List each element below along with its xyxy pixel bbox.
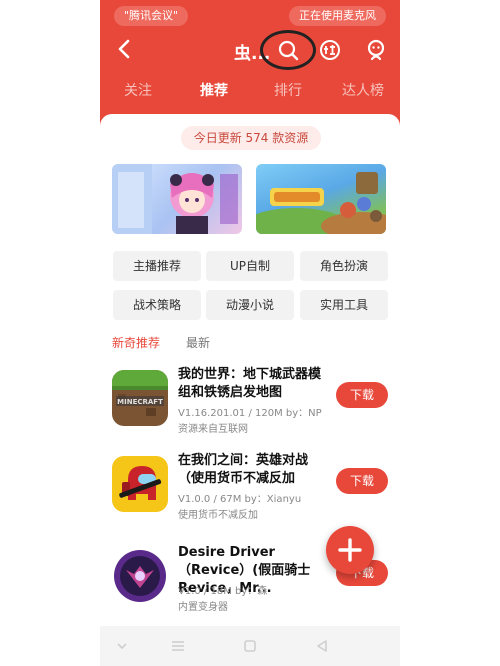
main-content: 今日更新 574 款资源 主播推荐 UP自制 角色扮演 战术策略 动漫小说 实用… bbox=[100, 114, 400, 626]
phone-screen: "腾讯会议" 正在使用麦克风 虫... 关注 推荐 排行 达人榜 今日更新 57… bbox=[100, 0, 400, 666]
app-description: 资源来自互联网 bbox=[178, 424, 248, 435]
among-us-app-icon bbox=[112, 456, 168, 512]
category-utilities[interactable]: 实用工具 bbox=[300, 290, 388, 320]
app-meta: V1.0.0 / 67M by：Xianyu bbox=[178, 494, 302, 505]
category-up-made[interactable]: UP自制 bbox=[206, 251, 294, 281]
system-navigation-bar bbox=[100, 626, 400, 666]
status-bar: "腾讯会议" 正在使用麦克风 bbox=[100, 6, 400, 26]
header: 虫... bbox=[100, 30, 400, 70]
tab-top-creators[interactable]: 达人榜 bbox=[342, 80, 384, 100]
category-streamer-picks[interactable]: 主播推荐 bbox=[113, 251, 201, 281]
download-button[interactable]: 下载 bbox=[336, 382, 388, 408]
tab-ranking[interactable]: 排行 bbox=[274, 80, 302, 100]
search-icon[interactable] bbox=[276, 38, 300, 62]
game-scene-image bbox=[256, 172, 386, 234]
app-meta: V1.0 / 18M by：森 bbox=[178, 586, 268, 597]
list-item[interactable]: MINECRAFT 我的世界：地下城武器模组和铁锈启发地图 V1.16.201.… bbox=[100, 366, 400, 446]
list-item[interactable]: 在我们之间：英雄对战（使用货币不减反加 V1.0.0 / 67M by：Xian… bbox=[100, 452, 400, 532]
banner-anime-character[interactable] bbox=[112, 164, 242, 234]
profile-icon[interactable] bbox=[364, 38, 388, 62]
desire-driver-app-icon bbox=[112, 548, 168, 604]
app-meta: V1.16.201.01 / 120M by：NP bbox=[178, 408, 322, 419]
category-tactics-strategy[interactable]: 战术策略 bbox=[113, 290, 201, 320]
category-role-playing[interactable]: 角色扮演 bbox=[300, 251, 388, 281]
chevron-down-icon[interactable] bbox=[114, 638, 130, 654]
subtab-novel-picks[interactable]: 新奇推荐 bbox=[112, 334, 160, 351]
menu-icon[interactable] bbox=[170, 638, 186, 654]
update-count-badge: 今日更新 574 款资源 bbox=[181, 126, 321, 150]
tab-following[interactable]: 关注 bbox=[124, 80, 152, 100]
right-margin bbox=[400, 0, 500, 666]
community-icon[interactable] bbox=[318, 38, 342, 62]
add-button[interactable] bbox=[326, 526, 374, 574]
home-icon[interactable] bbox=[242, 638, 258, 654]
app-description: 使用货币不减反加 bbox=[178, 510, 258, 521]
svg-text:MINECRAFT: MINECRAFT bbox=[117, 398, 163, 406]
app-title: 在我们之间：英雄对战（使用货币不减反加 bbox=[178, 453, 309, 486]
category-anime-novel[interactable]: 动漫小说 bbox=[206, 290, 294, 320]
left-margin bbox=[0, 0, 100, 666]
download-button[interactable]: 下载 bbox=[336, 468, 388, 494]
plus-icon bbox=[338, 538, 362, 562]
anime-character-image bbox=[112, 164, 238, 234]
meeting-app-pill[interactable]: "腾讯会议" bbox=[114, 6, 189, 26]
subtab-latest[interactable]: 最新 bbox=[186, 334, 210, 351]
back-arrow-icon[interactable] bbox=[114, 38, 136, 60]
tab-recommended[interactable]: 推荐 bbox=[200, 80, 228, 100]
app-title: 我的世界：地下城武器模组和铁锈启发地图 bbox=[178, 367, 322, 400]
back-icon[interactable] bbox=[314, 638, 330, 654]
microphone-in-use-pill[interactable]: 正在使用麦克风 bbox=[289, 6, 386, 26]
minecraft-app-icon: MINECRAFT bbox=[112, 370, 168, 426]
app-description: 内置变身器 bbox=[178, 602, 228, 613]
top-tab-bar: 关注 推荐 排行 达人榜 bbox=[100, 80, 400, 106]
banner-game-scene[interactable] bbox=[256, 164, 386, 234]
